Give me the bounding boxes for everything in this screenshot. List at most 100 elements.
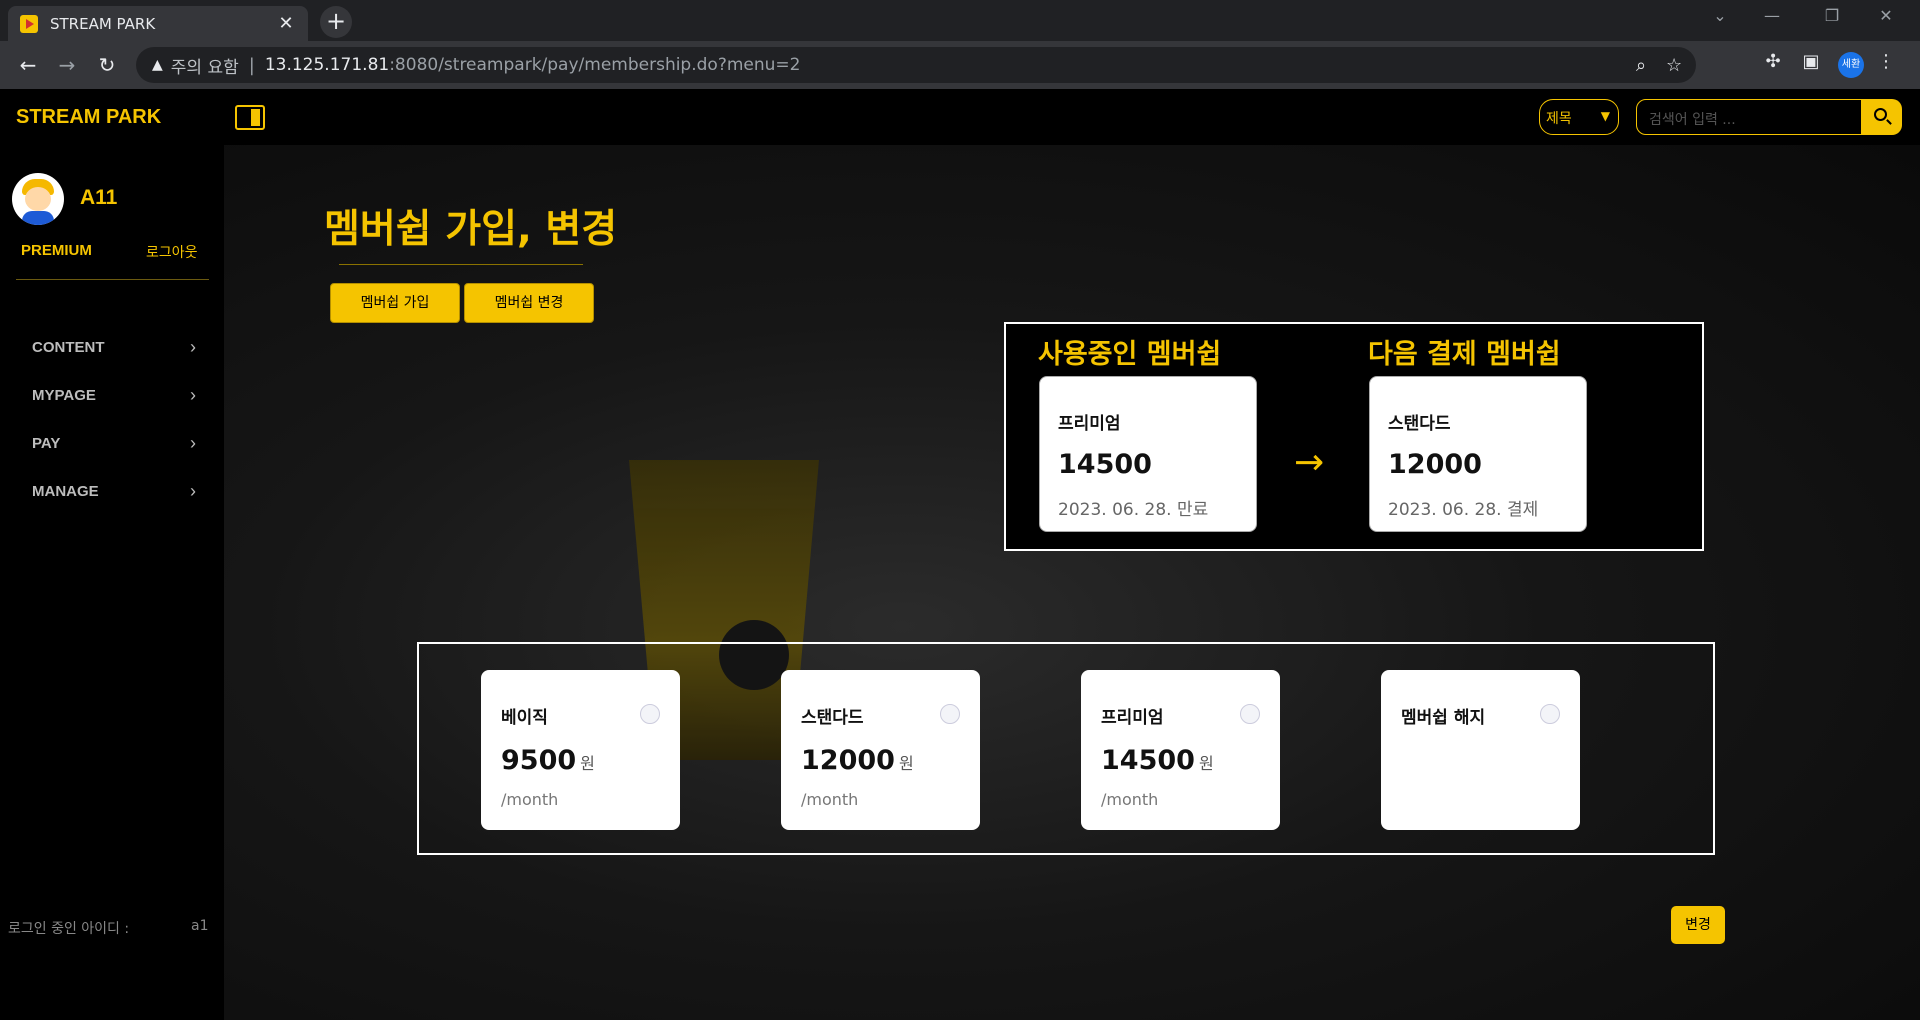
search-input[interactable]: 검색어 입력 ... [1636, 99, 1862, 135]
search-icon-handle [1886, 119, 1892, 125]
new-tab-button[interactable]: + [320, 6, 352, 38]
search-type-select[interactable]: 제목 ▼ [1539, 99, 1619, 135]
sidebar-toggle-icon[interactable] [235, 105, 265, 130]
side-panel-icon[interactable]: ▣ [1797, 51, 1825, 72]
plan-card-cancel[interactable]: 멤버쉽 해지 [1381, 670, 1580, 830]
search-button[interactable] [1862, 99, 1902, 135]
chevron-down-icon: ▼ [1600, 109, 1610, 123]
sidebar-item-label: PAY [32, 435, 61, 452]
plan-radio[interactable] [940, 704, 960, 724]
next-membership-price: 12000 [1388, 449, 1482, 480]
change-membership-button[interactable]: 변경 [1671, 906, 1725, 944]
membership-grade: PREMIUM [21, 242, 92, 259]
plan-price: 14500 원 [1101, 745, 1214, 776]
plan-price-value: 14500 [1101, 745, 1195, 776]
avatar-face [25, 187, 51, 211]
current-membership-name: 프리미엄 [1058, 414, 1121, 434]
tab-membership-join[interactable]: 멤버쉽 가입 [330, 283, 460, 323]
next-membership-card: 스탠다드 12000 2023. 06. 28. 결제 [1369, 376, 1587, 532]
window-close-button[interactable]: ✕ [1866, 6, 1906, 25]
membership-status-panel: 사용중인 멤버쉽 다음 결제 멤버쉽 프리미엄 14500 2023. 06. … [1004, 322, 1704, 551]
browser-tab[interactable]: STREAM PARK ✕ [8, 6, 308, 41]
plan-price-unit: 원 [580, 754, 595, 773]
current-membership-heading: 사용중인 멤버쉽 [1038, 339, 1222, 370]
reload-icon[interactable]: ↻ [93, 51, 121, 79]
avatar-body [22, 211, 54, 225]
address-bar[interactable]: ▲ 주의 요함 | 13.125.171.81 :8080/streampark… [136, 47, 1696, 83]
sidebar-item-manage[interactable]: MANAGE › [16, 473, 196, 513]
plan-price-unit: 원 [898, 754, 914, 773]
search-icon [1874, 108, 1887, 121]
arrow-right-icon: → [1294, 442, 1325, 483]
plan-radio[interactable] [1240, 704, 1260, 724]
zoom-icon[interactable]: ⌕ [1636, 55, 1646, 76]
login-id-label: 로그인 중인 아이디 : [8, 921, 130, 937]
chevron-right-icon: › [190, 481, 196, 501]
app-root: STREAM PARK 제목 ▼ 검색어 입력 ... A11 PREMIUM … [0, 89, 1920, 1020]
plan-name: 프리미엄 [1101, 708, 1164, 728]
back-icon[interactable]: ← [14, 51, 42, 79]
sidebar-item-mypage[interactable]: MYPAGE › [16, 377, 196, 417]
login-id-value: a1 [191, 918, 209, 934]
search-type-value: 제목 [1546, 111, 1572, 127]
site-favicon-icon [20, 14, 38, 33]
plan-price-unit: 원 [1198, 754, 1214, 773]
plan-radio[interactable] [640, 704, 660, 724]
minimize-button[interactable]: — [1752, 6, 1792, 25]
url-separator: | [248, 54, 255, 76]
chevron-right-icon: › [190, 337, 196, 357]
warning-icon: ▲ [152, 57, 163, 73]
top-navbar: STREAM PARK 제목 ▼ 검색어 입력 ... [0, 89, 1920, 145]
current-membership-card: 프리미엄 14500 2023. 06. 28. 만료 [1039, 376, 1257, 532]
restore-button[interactable]: ❐ [1812, 6, 1852, 25]
sidebar-item-label: MANAGE [32, 483, 99, 500]
menu-kebab-icon[interactable]: ⋮ [1872, 51, 1900, 72]
current-membership-price: 14500 [1058, 449, 1152, 480]
sidebar-item-pay[interactable]: PAY › [16, 425, 196, 465]
plan-period: /month [501, 790, 559, 809]
plan-price-value: 9500 [501, 745, 577, 776]
browser-toolbar: ← → ↻ ▲ 주의 요함 | 13.125.171.81 :8080/stre… [0, 41, 1920, 89]
tab-search-icon[interactable]: ⌄ [1700, 6, 1740, 25]
plan-card-premium[interactable]: 프리미엄 14500 원 /month [1081, 670, 1280, 830]
url-path: :8080/streampark/pay/membership.do?menu=… [389, 55, 801, 75]
main-content: 멤버쉽 가입, 변경 멤버쉽 가입 멤버쉽 변경 사용중인 멤버쉽 다음 결제 … [224, 145, 1920, 1020]
title-underline [339, 264, 583, 265]
url-host: 13.125.171.81 [264, 55, 390, 75]
plan-period: /month [801, 790, 859, 809]
plan-price: 9500 원 [501, 745, 595, 776]
bookmark-star-icon[interactable]: ☆ [1666, 55, 1682, 76]
plan-card-basic[interactable]: 베이직 9500 원 /month [481, 670, 680, 830]
chevron-right-icon: › [190, 433, 196, 453]
plan-period: /month [1101, 790, 1159, 809]
plan-radio[interactable] [1540, 704, 1560, 724]
username: A11 [80, 186, 118, 209]
profile-avatar[interactable]: 세환 [1838, 52, 1864, 78]
next-membership-heading: 다음 결제 멤버쉽 [1368, 339, 1561, 370]
plan-selection-panel: 베이직 9500 원 /month 스탠다드 12000 원 /month 프리미엄… [417, 642, 1715, 855]
plan-card-standard[interactable]: 스탠다드 12000 원 /month [781, 670, 980, 830]
forward-icon[interactable]: → [53, 51, 81, 79]
page-title: 멤버쉽 가입, 변경 [324, 207, 618, 252]
chevron-right-icon: › [190, 385, 196, 405]
site-logo[interactable]: STREAM PARK [16, 106, 161, 129]
sidebar: A11 PREMIUM 로그아웃 CONTENT › MYPAGE › PAY … [0, 145, 224, 1020]
sidebar-item-label: MYPAGE [32, 387, 96, 404]
current-membership-date: 2023. 06. 28. 만료 [1058, 500, 1209, 520]
tab-title: STREAM PARK [50, 14, 156, 33]
sidebar-item-label: CONTENT [32, 339, 105, 356]
avatar [12, 173, 64, 225]
tab-close-icon[interactable]: ✕ [276, 13, 296, 34]
plan-price-value: 12000 [801, 745, 895, 776]
next-membership-date: 2023. 06. 28. 결제 [1388, 500, 1539, 520]
plan-name: 베이직 [501, 708, 548, 728]
plan-price: 12000 원 [801, 745, 914, 776]
sidebar-item-content[interactable]: CONTENT › [16, 329, 196, 369]
extensions-icon[interactable]: ✣ [1759, 51, 1787, 72]
plan-name: 멤버쉽 해지 [1401, 708, 1486, 728]
logout-link[interactable]: 로그아웃 [146, 242, 198, 262]
security-warning[interactable]: 주의 요함 [171, 53, 239, 78]
next-membership-name: 스탠다드 [1388, 414, 1451, 434]
sidebar-divider [16, 279, 209, 280]
tab-membership-change[interactable]: 멤버쉽 변경 [464, 283, 594, 323]
